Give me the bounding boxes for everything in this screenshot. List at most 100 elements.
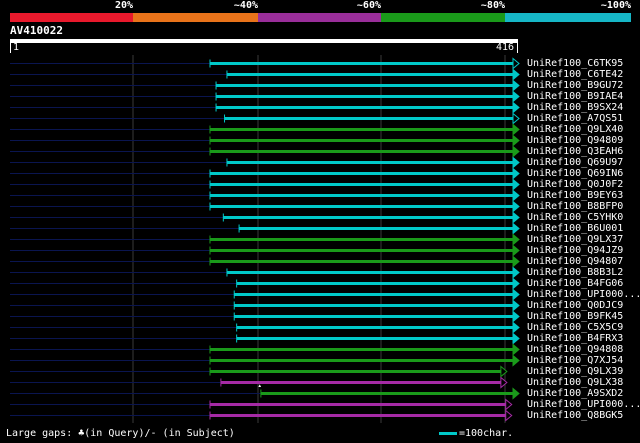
hit-end-arrow bbox=[512, 321, 520, 334]
hit-name-link[interactable]: UniRef100_Q9LX37 bbox=[527, 234, 623, 245]
hit-alignment-bar[interactable] bbox=[239, 227, 514, 230]
hit-alignment-bar[interactable] bbox=[209, 194, 513, 197]
hit-alignment-bar[interactable] bbox=[236, 282, 513, 285]
hit-name-link[interactable]: UniRef100_C6TK95 bbox=[527, 58, 623, 69]
hit-name-link[interactable]: UniRef100_B9IAE4 bbox=[527, 91, 623, 102]
hit-name-link[interactable]: UniRef100_Q94807 bbox=[527, 256, 623, 267]
hit-name-link[interactable]: UniRef100_B4FG06 bbox=[527, 278, 623, 289]
hit-name-link[interactable]: UniRef100_Q7XJ54 bbox=[527, 355, 623, 366]
hit-end-arrow bbox=[512, 178, 520, 191]
hit-alignment-bar[interactable] bbox=[209, 172, 513, 175]
hit-alignment-bar[interactable] bbox=[209, 139, 513, 142]
hit-alignment-bar[interactable] bbox=[209, 205, 513, 208]
hit-end-arrow bbox=[512, 244, 520, 257]
hit-end-arrow bbox=[512, 57, 520, 70]
hit-alignment-bar[interactable] bbox=[234, 304, 513, 307]
hit-alignment-bar[interactable] bbox=[209, 260, 513, 263]
hit-alignment-bar[interactable] bbox=[209, 238, 513, 241]
hit-end-arrow bbox=[512, 288, 520, 301]
hit-alignment-bar[interactable] bbox=[209, 249, 513, 252]
hit-end-arrow bbox=[512, 266, 520, 279]
hit-alignment-bar[interactable] bbox=[209, 370, 501, 373]
hit-end-arrow bbox=[500, 376, 508, 389]
hit-alignment-bar[interactable] bbox=[209, 183, 513, 186]
hit-name-link[interactable]: UniRef100_Q9LX38 bbox=[527, 377, 623, 388]
hit-end-arrow bbox=[512, 211, 520, 224]
hit-alignment-bar[interactable] bbox=[223, 216, 513, 219]
gap-marker-icon: ▴ bbox=[258, 382, 262, 390]
hit-alignment-bar[interactable] bbox=[209, 414, 506, 417]
hit-end-arrow bbox=[512, 123, 520, 136]
hit-end-arrow bbox=[505, 398, 513, 411]
hit-name-link[interactable]: UniRef100_UPI000... bbox=[527, 399, 640, 410]
hit-name-link[interactable]: UniRef100_B9FK45 bbox=[527, 311, 623, 322]
hit-alignment-bar[interactable] bbox=[216, 84, 513, 87]
hit-alignment-bar[interactable] bbox=[209, 359, 513, 362]
hit-end-arrow bbox=[512, 387, 520, 400]
hit-end-arrow bbox=[512, 343, 520, 356]
hit-name-link[interactable]: UniRef100_B8B3L2 bbox=[527, 267, 623, 278]
hit-name-link[interactable]: UniRef100_C5X5C9 bbox=[527, 322, 623, 333]
hit-name-link[interactable]: UniRef100_B6U001 bbox=[527, 223, 623, 234]
hit-name-link[interactable]: UniRef100_Q3EAH6 bbox=[527, 146, 623, 157]
hit-alignment-bar[interactable] bbox=[224, 117, 513, 120]
hit-end-arrow bbox=[512, 112, 520, 125]
hit-alignment-bar[interactable] bbox=[260, 392, 513, 395]
gaps-label: Large gaps: bbox=[6, 428, 73, 439]
hit-alignment-bar[interactable] bbox=[236, 337, 513, 340]
hit-end-arrow bbox=[500, 365, 508, 378]
hit-name-link[interactable]: UniRef100_B4FRX3 bbox=[527, 333, 623, 344]
hit-name-link[interactable]: UniRef100_Q8BGK5 bbox=[527, 410, 623, 421]
hit-end-arrow bbox=[512, 255, 520, 268]
hit-name-link[interactable]: UniRef100_Q94JZ9 bbox=[527, 245, 623, 256]
hit-name-link[interactable]: UniRef100_B9GU72 bbox=[527, 80, 623, 91]
hit-alignment-bar[interactable] bbox=[209, 150, 513, 153]
hit-name-link[interactable]: UniRef100_Q9LX39 bbox=[527, 366, 623, 377]
gaps-legend: Large gaps: ♣(in Query)/- (in Subject) bbox=[6, 428, 235, 440]
hit-name-link[interactable]: UniRef100_Q94808 bbox=[527, 344, 623, 355]
hit-end-arrow bbox=[512, 299, 520, 312]
hit-name-link[interactable]: UniRef100_Q69IN6 bbox=[527, 168, 623, 179]
hit-name-link[interactable]: UniRef100_A9SXD2 bbox=[527, 388, 623, 399]
scale-label: =100char. bbox=[459, 428, 514, 439]
hit-alignment-bar[interactable] bbox=[209, 128, 513, 131]
hit-name-link[interactable]: UniRef100_Q69U97 bbox=[527, 157, 623, 168]
hit-end-arrow bbox=[512, 233, 520, 246]
scale-bar-icon bbox=[439, 431, 457, 435]
hit-alignment-bar[interactable] bbox=[209, 62, 513, 65]
hit-name-link[interactable]: UniRef100_B8BFP0 bbox=[527, 201, 623, 212]
hit-end-arrow bbox=[505, 409, 513, 422]
hit-end-arrow bbox=[512, 79, 520, 92]
scale-legend: =100char. bbox=[439, 428, 513, 440]
hit-alignment-bar[interactable] bbox=[234, 315, 513, 318]
hit-alignment-bar[interactable] bbox=[236, 326, 513, 329]
hit-end-arrow bbox=[512, 90, 520, 103]
hit-end-arrow bbox=[512, 200, 520, 213]
hit-alignment-bar[interactable] bbox=[216, 106, 513, 109]
hit-alignment-bar[interactable] bbox=[220, 381, 501, 384]
hit-name-link[interactable]: UniRef100_Q0DJC9 bbox=[527, 300, 623, 311]
hit-name-link[interactable]: UniRef100_B9EY63 bbox=[527, 190, 623, 201]
hit-name-link[interactable]: UniRef100_Q9LX40 bbox=[527, 124, 623, 135]
hit-alignment-bar[interactable] bbox=[209, 348, 513, 351]
hit-end-arrow bbox=[512, 101, 520, 114]
gaps-query-label: (in Query)/- bbox=[84, 428, 157, 439]
hit-alignment-bar[interactable] bbox=[216, 95, 513, 98]
hit-end-arrow bbox=[512, 134, 520, 147]
hit-end-arrow bbox=[512, 189, 520, 202]
hit-name-link[interactable]: UniRef100_C5YHK0 bbox=[527, 212, 623, 223]
hit-alignment-bar[interactable] bbox=[226, 271, 514, 274]
hit-name-link[interactable]: UniRef100_C6TE42 bbox=[527, 69, 623, 80]
gaps-subject-label: (in Subject) bbox=[162, 428, 235, 439]
hit-name-link[interactable]: UniRef100_B9SX24 bbox=[527, 102, 623, 113]
hit-alignment-bar[interactable] bbox=[234, 293, 513, 296]
hit-end-arrow bbox=[512, 277, 520, 290]
hit-alignment-bar[interactable] bbox=[209, 403, 506, 406]
hit-name-link[interactable]: UniRef100_Q0J0F2 bbox=[527, 179, 623, 190]
hit-name-link[interactable]: UniRef100_A7QS51 bbox=[527, 113, 623, 124]
hit-alignment-bar[interactable] bbox=[226, 73, 514, 76]
hit-alignment-bar[interactable] bbox=[226, 161, 514, 164]
hit-name-link[interactable]: UniRef100_Q94809 bbox=[527, 135, 623, 146]
hit-name-link[interactable]: UniRef100_UPI000... bbox=[527, 289, 640, 300]
hit-end-arrow bbox=[512, 354, 520, 367]
